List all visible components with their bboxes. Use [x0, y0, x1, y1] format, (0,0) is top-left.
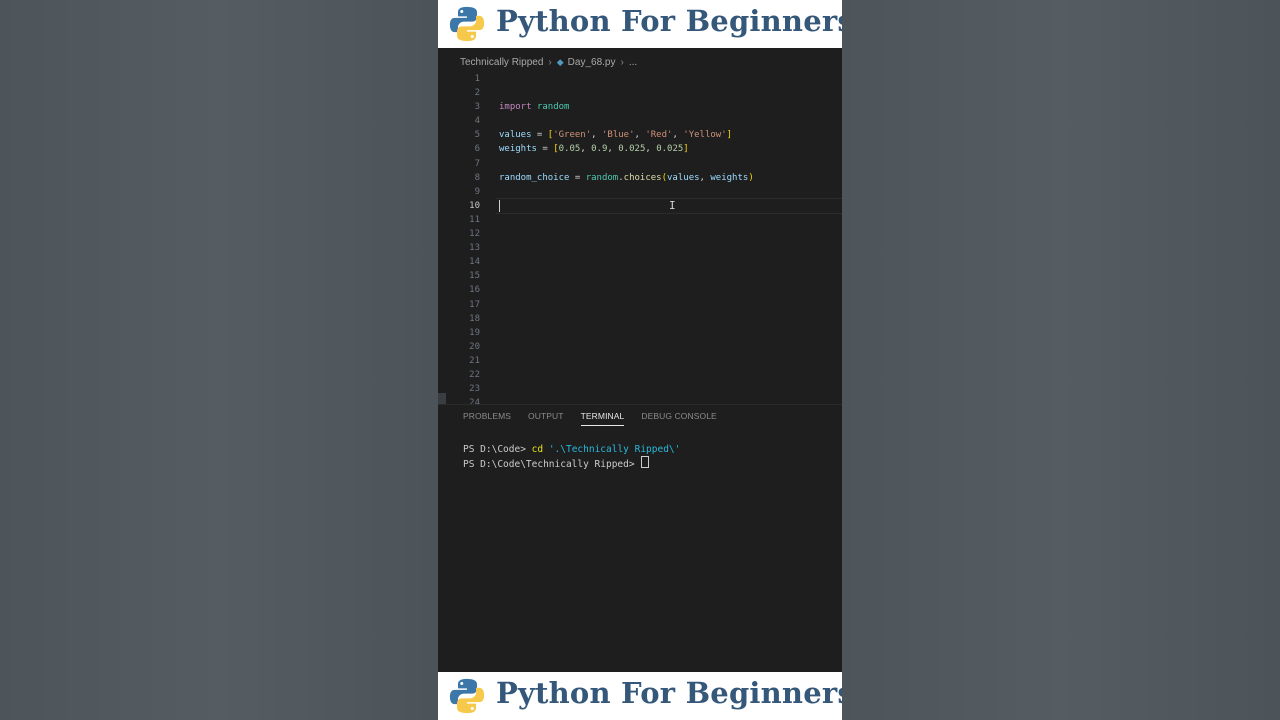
tab-debug-console[interactable]: DEBUG CONSOLE	[641, 411, 716, 426]
python-logo-icon	[449, 6, 485, 42]
number-literal: 0.05	[558, 144, 581, 155]
code-line[interactable]: 23	[438, 382, 842, 396]
text-caret	[499, 199, 500, 212]
python-file-icon: ◆	[556, 57, 564, 67]
line-number: 4	[474, 116, 480, 127]
string-literal: 'Green'	[553, 130, 592, 141]
line-number: 18	[469, 313, 480, 324]
variable-name: random_choice	[499, 172, 570, 183]
module-name: random	[585, 172, 619, 183]
code-text: import random	[499, 100, 569, 114]
line-number: 9	[474, 186, 480, 197]
code-line[interactable]: 2	[438, 86, 842, 100]
module-name: random	[536, 102, 570, 113]
code-line[interactable]: 14	[438, 255, 842, 269]
code-editor[interactable]: Technically Ripped › ◆ Day_68.py › ... 1…	[438, 51, 842, 408]
line-number: 12	[469, 229, 480, 240]
string-literal: 'Blue'	[601, 130, 635, 141]
code-line[interactable]: 19	[438, 326, 842, 340]
line-number: 14	[469, 257, 480, 268]
line-number: 15	[469, 271, 480, 282]
code-line[interactable]: 7	[438, 157, 842, 171]
top-banner: Python For Beginners	[438, 0, 842, 48]
line-number: 6	[474, 144, 480, 155]
line-number: 8	[474, 172, 480, 183]
code-line[interactable]: 21	[438, 354, 842, 368]
code-line[interactable]: 16	[438, 283, 842, 297]
bottom-panel: PROBLEMS OUTPUT TERMINAL DEBUG CONSOLE P…	[438, 404, 842, 673]
banner-title: Python For Beginners	[496, 4, 842, 38]
line-number: 19	[469, 327, 480, 338]
line-number: 23	[469, 384, 480, 395]
code-line[interactable]: 20	[438, 340, 842, 354]
line-number: 1	[474, 74, 480, 84]
line-number: 13	[469, 243, 480, 254]
terminal-command: cd	[531, 444, 544, 455]
code-line[interactable]: 6 weights = [0.05, 0.9, 0.025, 0.025]	[438, 142, 842, 156]
background-right	[842, 0, 1280, 720]
code-line[interactable]: 22	[438, 368, 842, 382]
line-number: 16	[469, 285, 480, 296]
breadcrumb-more[interactable]: ...	[629, 57, 637, 68]
tab-output[interactable]: OUTPUT	[528, 411, 564, 426]
code-line[interactable]: 18	[438, 312, 842, 326]
number-literal: 0.025	[618, 144, 646, 155]
panel-tabs: PROBLEMS OUTPUT TERMINAL DEBUG CONSOLE	[463, 411, 734, 426]
terminal-prompt: PS D:\Code\Technically Ripped>	[463, 459, 641, 470]
number-literal: 0.9	[591, 144, 608, 155]
number-literal: 0.025	[656, 144, 684, 155]
code-text: random_choice = random.choices(values, w…	[499, 172, 754, 183]
chevron-right-icon: ›	[548, 57, 552, 68]
string-literal: 'Red'	[645, 130, 673, 141]
chevron-right-icon: ›	[620, 57, 624, 68]
code-line[interactable]: 3 import random	[438, 100, 842, 114]
line-number: 5	[474, 130, 480, 141]
banner-title: Python For Beginners	[496, 676, 842, 710]
code-line[interactable]: 12	[438, 227, 842, 241]
terminal-cursor	[641, 456, 650, 468]
code-lines: 1 2 3 import random 4 5 values = ['Green…	[438, 72, 842, 410]
code-line[interactable]: 17	[438, 298, 842, 312]
terminal-output[interactable]: PS D:\Code> cd '.\Technically Ripped\' P…	[463, 443, 680, 471]
code-line[interactable]: 13	[438, 241, 842, 255]
breadcrumb: Technically Ripped › ◆ Day_68.py › ...	[460, 57, 637, 68]
argument: weights	[710, 172, 749, 183]
code-line[interactable]: 1	[438, 72, 842, 86]
function-name: choices	[623, 172, 662, 183]
code-line[interactable]: 4	[438, 114, 842, 128]
line-number: 11	[469, 214, 480, 225]
code-line-active[interactable]: 10 I	[438, 197, 842, 214]
line-number: 21	[469, 355, 480, 366]
code-text: weights = [0.05, 0.9, 0.025, 0.025]	[499, 144, 689, 155]
terminal-prompt: PS D:\Code>	[463, 444, 532, 455]
tab-problems[interactable]: PROBLEMS	[463, 411, 511, 426]
video-frame: Python For Beginners Technically Ripped …	[438, 0, 842, 720]
code-text: values = ['Green', 'Blue', 'Red', 'Yello…	[499, 130, 733, 141]
code-line[interactable]: 15	[438, 269, 842, 283]
line-number: 20	[469, 341, 480, 352]
variable-name: weights	[499, 144, 537, 155]
line-number: 10	[469, 200, 480, 211]
code-line[interactable]: 5 values = ['Green', 'Blue', 'Red', 'Yel…	[438, 128, 842, 142]
code-line[interactable]: 9	[438, 185, 842, 199]
argument: values	[667, 172, 700, 183]
line-number: 7	[474, 158, 480, 169]
code-line[interactable]: 11	[438, 213, 842, 227]
bottom-banner: Python For Beginners	[438, 672, 842, 720]
terminal-argument: '.\Technically Ripped\'	[548, 444, 681, 455]
python-logo-icon	[449, 678, 485, 714]
breadcrumb-file[interactable]: Day_68.py	[568, 57, 616, 68]
code-line[interactable]: 8 random_choice = random.choices(values,…	[438, 171, 842, 185]
keyword-import: import	[499, 102, 532, 113]
variable-name: values	[499, 130, 532, 141]
breadcrumb-folder[interactable]: Technically Ripped	[460, 57, 543, 68]
tab-terminal[interactable]: TERMINAL	[580, 411, 625, 426]
line-number: 3	[474, 102, 480, 113]
mouse-ibeam-icon: I	[669, 198, 676, 212]
string-literal: 'Yellow'	[683, 130, 727, 141]
line-number: 22	[469, 369, 480, 380]
line-number: 2	[474, 88, 480, 99]
line-number: 17	[469, 299, 480, 310]
background-left	[0, 0, 438, 720]
